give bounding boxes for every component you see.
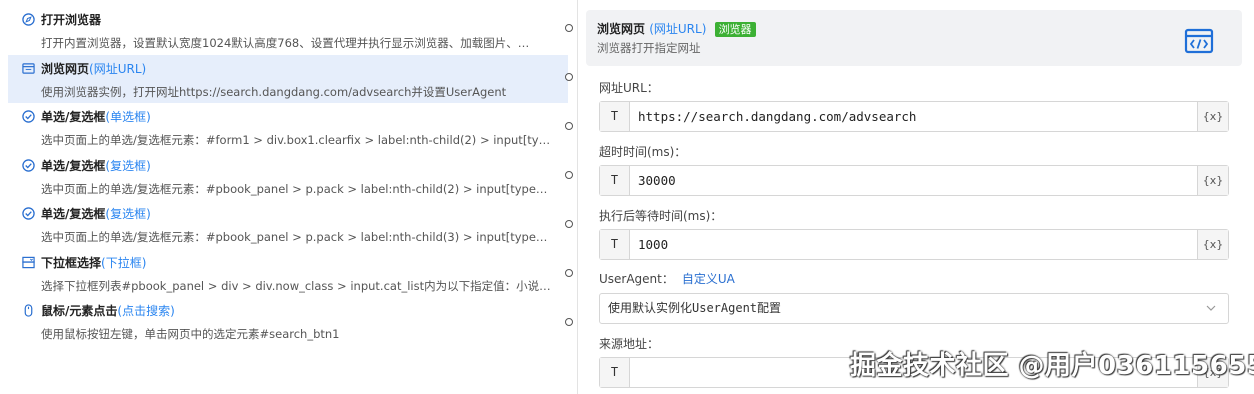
timeout-label: 超时时间(ms)： — [599, 145, 687, 159]
step-title: 单选/复选框(复选框) — [41, 158, 151, 173]
panel-title: 浏览网页 (网址URL) 浏览器 — [597, 20, 756, 37]
step-item-dropdown-select[interactable]: 下拉框选择(下拉框) 选择下拉框列表#pbook_panel > div > d… — [8, 249, 568, 298]
compass-icon — [22, 13, 35, 26]
check-circle-icon — [22, 207, 35, 220]
browser-code-icon — [1184, 28, 1214, 54]
text-type-toggle[interactable]: T — [600, 102, 630, 131]
step-description: 选中页面上的单选/复选框元素：#pbook_panel > p.pack > l… — [41, 230, 556, 244]
dropdown-icon — [22, 256, 35, 268]
mouse-icon — [24, 304, 33, 317]
step-connector[interactable] — [563, 313, 575, 335]
url-label: 网址URL： — [599, 81, 659, 95]
step-description: 使用浏览器实例，打开网址https://search.dangdang.com/… — [41, 84, 507, 99]
step-title: 浏览网页(网址URL) — [41, 61, 147, 76]
custom-ua-link[interactable]: 自定义UA — [682, 272, 735, 286]
referer-label: 来源地址： — [599, 337, 660, 351]
chevron-down-icon — [1206, 305, 1216, 311]
step-connector[interactable] — [563, 19, 575, 41]
panel-subtitle: 浏览器打开指定网址 — [597, 41, 701, 55]
url-input[interactable]: https://search.dangdang.com/advsearch — [638, 102, 916, 131]
step-description: 打开内置浏览器，设置默认宽度1024默认高度768、设置代理并执行显示浏览器、加… — [41, 36, 530, 50]
step-connector[interactable] — [563, 68, 575, 90]
panel-title-tag: (网址URL) — [649, 22, 707, 36]
step-description: 选中页面上的单选/复选框元素：#form1 > div.box1.clearfi… — [41, 133, 556, 147]
timeout-field[interactable]: T 30000 {x} — [599, 165, 1229, 196]
step-description: 使用鼠标按钮左键，单击网页中的选定元素#search_btn1 — [41, 327, 340, 341]
text-type-toggle[interactable]: T — [600, 230, 630, 259]
variable-button[interactable]: {x} — [1197, 230, 1228, 259]
step-title: 打开浏览器 — [41, 13, 102, 27]
step-connector[interactable] — [563, 166, 575, 188]
step-tag: (复选框) — [105, 207, 151, 221]
check-circle-icon — [22, 158, 35, 172]
wait-label: 执行后等待时间(ms)： — [599, 209, 723, 223]
workflow-editor: 打开浏览器 打开内置浏览器，设置默认宽度1024默认高度768、设置代理并执行显… — [0, 0, 1254, 394]
step-item-checkbox-2[interactable]: 单选/复选框(复选框) 选中页面上的单选/复选框元素：#pbook_panel … — [8, 200, 568, 249]
panel-divider — [577, 0, 578, 394]
text-type-toggle[interactable]: T — [600, 358, 630, 387]
step-title: 下拉框选择(下拉框) — [41, 255, 147, 270]
step-tag: (网址URL) — [89, 61, 147, 76]
step-connector[interactable] — [563, 264, 575, 286]
wait-input[interactable]: 1000 — [638, 230, 668, 259]
variable-button[interactable]: {x} — [1197, 166, 1228, 195]
variable-button[interactable]: {x} — [1197, 102, 1228, 131]
text-type-toggle[interactable]: T — [600, 166, 630, 195]
step-list: 打开浏览器 打开内置浏览器，设置默认宽度1024默认高度768、设置代理并执行显… — [8, 6, 568, 346]
watermark: 掘金技术社区 @用户0361156558 — [850, 351, 1254, 381]
step-tag: (点击搜索) — [117, 304, 175, 318]
step-title: 单选/复选框(复选框) — [41, 207, 151, 221]
browser-badge: 浏览器 — [714, 22, 756, 37]
browser-window-icon — [22, 62, 35, 74]
url-field[interactable]: T https://search.dangdang.com/advsearch … — [599, 101, 1229, 132]
useragent-label: UserAgent： 自定义UA — [599, 272, 735, 286]
step-item-open-browser[interactable]: 打开浏览器 打开内置浏览器，设置默认宽度1024默认高度768、设置代理并执行显… — [8, 6, 568, 55]
step-title: 鼠标/元素点击(点击搜索) — [41, 304, 175, 318]
step-title: 单选/复选框(单选框) — [41, 110, 151, 124]
step-tag: (下拉框) — [101, 255, 147, 270]
wait-field[interactable]: T 1000 {x} — [599, 229, 1229, 260]
panel-header: 浏览网页 (网址URL) 浏览器 浏览器打开指定网址 — [586, 10, 1242, 66]
step-item-browse-page[interactable]: 浏览网页(网址URL) 使用浏览器实例，打开网址https://search.d… — [8, 54, 568, 103]
step-item-checkbox-1[interactable]: 单选/复选框(复选框) 选中页面上的单选/复选框元素：#pbook_panel … — [8, 152, 568, 201]
step-description: 选择下拉框列表#pbook_panel > div > div.now_clas… — [41, 278, 556, 293]
step-tag: (复选框) — [105, 158, 151, 173]
check-circle-icon — [22, 110, 35, 123]
step-description: 选中页面上的单选/复选框元素：#pbook_panel > p.pack > l… — [41, 181, 556, 196]
useragent-select[interactable]: 使用默认实例化UserAgent配置 — [599, 293, 1229, 324]
step-tag: (单选框) — [105, 110, 151, 124]
step-config-panel: 浏览网页 (网址URL) 浏览器 浏览器打开指定网址 网址URL： T http… — [586, 0, 1254, 394]
step-connector[interactable] — [563, 117, 575, 139]
step-connector[interactable] — [563, 215, 575, 237]
useragent-select-value: 使用默认实例化UserAgent配置 — [608, 301, 782, 315]
timeout-input[interactable]: 30000 — [638, 166, 676, 195]
step-item-radio-checkbox[interactable]: 单选/复选框(单选框) 选中页面上的单选/复选框元素：#form1 > div.… — [8, 103, 568, 152]
step-item-mouse-click[interactable]: 鼠标/元素点击(点击搜索) 使用鼠标按钮左键，单击网页中的选定元素#search… — [8, 297, 568, 346]
